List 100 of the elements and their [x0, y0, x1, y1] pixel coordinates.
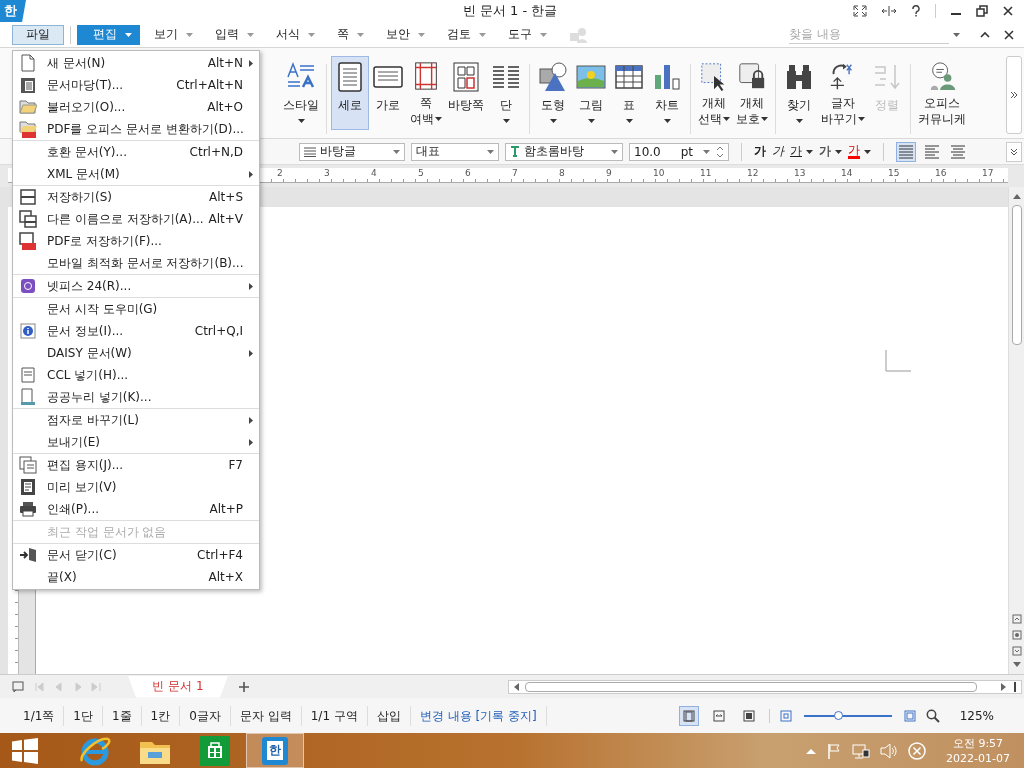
- menu-tab[interactable]: 쪽: [325, 24, 372, 45]
- zoom-out-icon[interactable]: [779, 709, 792, 722]
- fullscreen-icon[interactable]: [853, 5, 867, 17]
- ribbon-button[interactable]: 세로: [331, 56, 369, 130]
- search-field[interactable]: 찾을 내용: [789, 25, 949, 44]
- width-fit-icon[interactable]: [881, 5, 897, 17]
- scroll-right-icon[interactable]: [1001, 682, 1007, 691]
- ribbon-button[interactable]: 표: [610, 56, 648, 130]
- shapes-icon: [537, 61, 569, 93]
- next-page-icon[interactable]: [1011, 646, 1022, 656]
- view-mode-button[interactable]: [678, 705, 699, 726]
- menu-item[interactable]: 다른 이름으로 저장하기(A)... Alt+V: [13, 208, 259, 230]
- menu-item[interactable]: 문서 닫기(C) Ctrl+F4: [13, 544, 259, 566]
- app-logo: 한: [262, 736, 288, 765]
- menu-item[interactable]: 미리 보기(V): [13, 476, 259, 498]
- ribbon-button[interactable]: 개체 보호: [733, 56, 771, 130]
- track-changes-status[interactable]: 변경 내용 [기록 중지]: [410, 705, 547, 726]
- menu-item[interactable]: 편집 용지(J)... F7: [13, 454, 259, 476]
- scroll-up-icon[interactable]: [1012, 193, 1021, 199]
- ribbon-button[interactable]: 쪽 여백: [407, 56, 445, 130]
- previous-page-icon[interactable]: [1011, 614, 1022, 624]
- caret-icon[interactable]: [953, 32, 960, 37]
- caret-icon: [663, 119, 671, 123]
- ribbon-button[interactable]: 도형: [534, 56, 572, 130]
- format-button[interactable]: 가: [754, 143, 766, 160]
- close-icon[interactable]: [1004, 29, 1014, 40]
- menu-tab[interactable]: 보안: [374, 24, 433, 45]
- status-text: 0글자: [180, 705, 231, 726]
- menu-item[interactable]: CCL 넣기(H)...: [13, 364, 259, 386]
- menu-item[interactable]: 끝(X) Alt+X: [13, 566, 259, 588]
- menu-item[interactable]: 불러오기(O)... Alt+O: [13, 96, 259, 118]
- ribbon-button[interactable]: 개체 선택: [695, 56, 733, 130]
- menu-tab[interactable]: 편집: [77, 24, 140, 45]
- split-handle-icon[interactable]: [1013, 681, 1017, 692]
- help-icon[interactable]: [911, 5, 921, 17]
- circle-button-icon[interactable]: [1011, 630, 1022, 640]
- file-menu-button[interactable]: 파일: [12, 24, 64, 45]
- more-button[interactable]: [1006, 142, 1022, 162]
- menu-item[interactable]: 문서마당(T)... Ctrl+Alt+N: [13, 74, 259, 96]
- restore-icon[interactable]: [976, 5, 988, 17]
- font-dropdown[interactable]: 함초롬바탕: [505, 142, 623, 161]
- format-button[interactable]: 가: [790, 143, 813, 160]
- scroll-down-icon[interactable]: [1012, 662, 1021, 668]
- taskbar-app-button[interactable]: 한: [246, 733, 304, 768]
- scroll-left-icon[interactable]: [513, 682, 519, 691]
- menu-tab[interactable]: 서식: [264, 24, 323, 45]
- menu-item[interactable]: 모바일 최적화 문서로 저장하기(B)...: [13, 252, 259, 274]
- menu-tab[interactable]: 입력: [203, 24, 262, 45]
- menu-item[interactable]: 호환 문서(Y)... Ctrl+N,D: [13, 141, 259, 163]
- zoom-level[interactable]: 125%: [959, 708, 994, 723]
- language-dropdown[interactable]: 대표: [411, 142, 499, 161]
- x-circle-icon[interactable]: [908, 741, 927, 760]
- ribbon-button[interactable]: 찾기: [780, 56, 818, 130]
- menu-tab[interactable]: 도구: [496, 24, 555, 45]
- scrollbar-thumb[interactable]: [1011, 205, 1022, 345]
- caret-icon: [864, 149, 871, 154]
- ribbon-button[interactable]: 가로: [369, 56, 407, 130]
- collapse-icon[interactable]: [980, 30, 990, 39]
- page-layout-icon: [450, 61, 482, 93]
- ribbon-button[interactable]: 단: [487, 56, 525, 130]
- format-button[interactable]: 가: [819, 143, 842, 160]
- close-icon[interactable]: [1002, 5, 1014, 17]
- format-button[interactable]: 가: [848, 144, 871, 159]
- menu-item[interactable]: 저장하기(S) Alt+S: [13, 186, 259, 208]
- network-icon[interactable]: [852, 742, 871, 759]
- ribbon-button[interactable]: 바탕쪽: [445, 56, 487, 130]
- menu-tab[interactable]: 검토: [435, 24, 494, 45]
- format-button[interactable]: 가: [772, 143, 784, 160]
- caret-icon: [858, 117, 865, 121]
- scrollbar-thumb[interactable]: [525, 681, 977, 692]
- ribbon-button[interactable]: 그림: [572, 56, 610, 130]
- menu-item[interactable]: 보내기(E): [13, 431, 259, 453]
- page-icon[interactable]: [12, 680, 24, 693]
- menu-item[interactable]: PDF로 저장하기(F)...: [13, 230, 259, 252]
- search-icon[interactable]: [925, 708, 940, 723]
- menu-item[interactable]: 넷피스 24(R)...: [13, 275, 259, 297]
- menu-item[interactable]: PDF를 오피스 문서로 변환하기(D)...: [13, 118, 259, 140]
- start-icon[interactable]: [12, 737, 38, 764]
- document-tab[interactable]: 빈 문서 1: [128, 675, 228, 698]
- add-tab-icon[interactable]: [238, 680, 250, 693]
- ribbon-button[interactable]: 차트: [648, 56, 686, 130]
- menu-item[interactable]: 문서 시작 도우미(G): [13, 298, 259, 320]
- menu-item[interactable]: 새 문서(N) Alt+N: [13, 52, 259, 74]
- menu-tab[interactable]: 보기: [142, 24, 201, 45]
- zoom-in-icon[interactable]: [903, 709, 916, 722]
- menu-item[interactable]: 문서 정보(I)... Ctrl+Q,I: [13, 320, 259, 342]
- zoom-slider[interactable]: [803, 714, 892, 717]
- menu-item[interactable]: 인쇄(P)... Alt+P: [13, 498, 259, 520]
- style-dropdown[interactable]: 바탕글: [299, 142, 405, 161]
- menu-item[interactable]: 점자로 바꾸기(L): [13, 409, 259, 431]
- pages-icon: [19, 456, 37, 474]
- font-size-field[interactable]: 10.0 pt: [629, 142, 729, 161]
- app-logo[interactable]: 한: [0, 0, 26, 22]
- ribbon-button[interactable]: 스타일: [280, 56, 322, 130]
- justify-button[interactable]: [896, 141, 916, 162]
- ribbon-button[interactable]: 오피스 커뮤니케: [915, 56, 969, 130]
- menu-item[interactable]: 공공누리 넣기(K)...: [13, 386, 259, 408]
- ribbon-button[interactable]: 글자 바꾸기: [818, 56, 868, 130]
- menu-item[interactable]: DAISY 문서(W): [13, 342, 259, 364]
- zoom-slider-thumb[interactable]: [833, 710, 843, 720]
